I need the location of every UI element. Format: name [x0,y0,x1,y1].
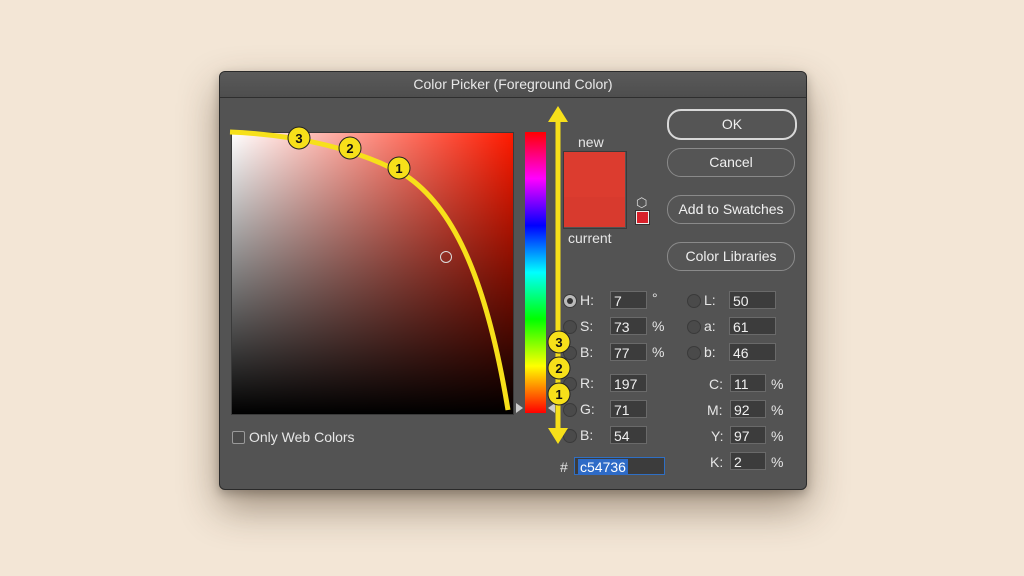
badge-slider-3: 3 [547,330,571,354]
svg-text:2: 2 [555,361,562,376]
badge-curve-2: 2 [338,136,362,160]
svg-text:2: 2 [346,141,353,156]
arrow-up-icon [548,106,568,122]
svg-text:1: 1 [555,387,562,402]
annotation-curve [229,129,511,411]
annotation-overlay: 3 2 1 3 2 1 [229,106,571,444]
badge-curve-1: 1 [387,156,411,180]
badge-slider-2: 2 [547,356,571,380]
svg-text:1: 1 [395,161,402,176]
badge-curve-3: 3 [287,126,311,150]
svg-text:3: 3 [295,131,302,146]
badge-slider-1: 1 [547,382,571,406]
svg-text:3: 3 [555,335,562,350]
arrow-down-icon [548,428,568,444]
